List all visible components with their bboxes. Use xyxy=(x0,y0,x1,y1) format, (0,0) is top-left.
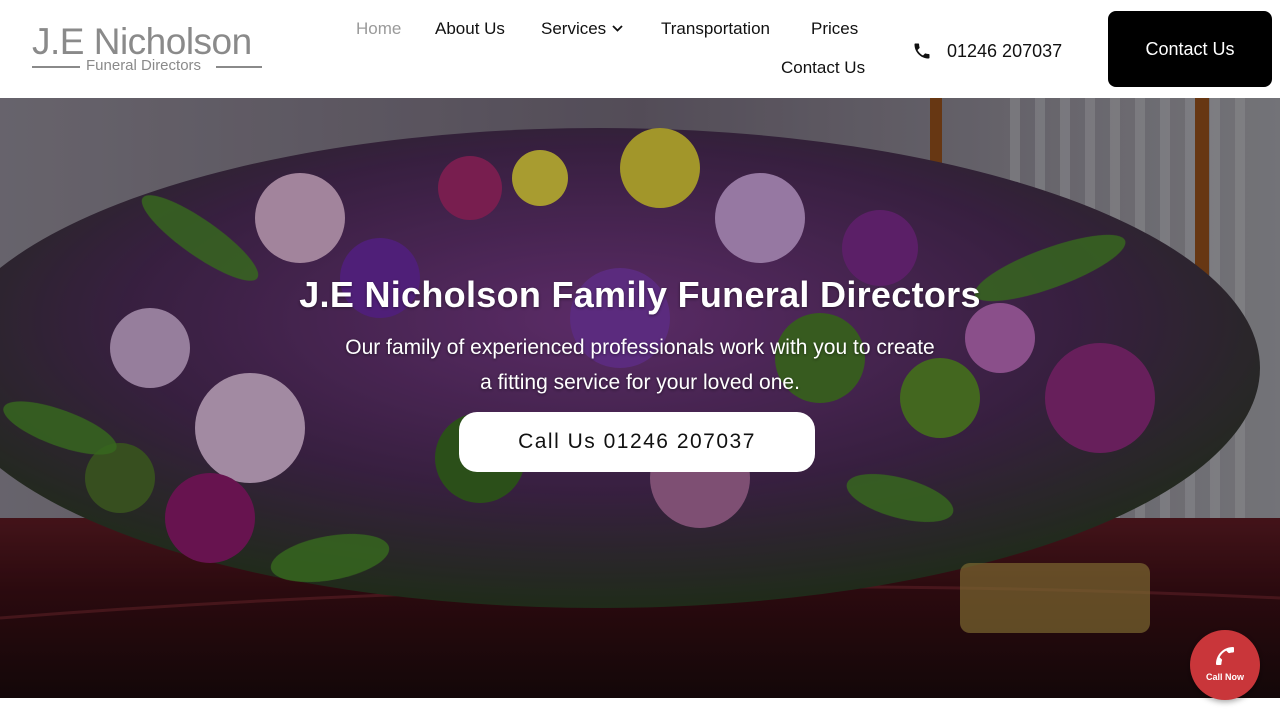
nav-item-about-us[interactable]: About Us xyxy=(435,19,505,39)
nav-item-prices[interactable]: Prices xyxy=(811,19,858,39)
chevron-down-icon xyxy=(612,24,623,32)
nav-item-home[interactable]: Home xyxy=(356,19,401,39)
hero-subtitle: Our family of experienced professionals … xyxy=(345,336,935,394)
logo-main-text: J.E Nicholson xyxy=(32,21,252,62)
call-us-cta-label: Call Us 01246 207037 xyxy=(518,430,756,453)
header-phone-number: 01246 207037 xyxy=(947,41,1063,61)
nav-item-contact-us[interactable]: Contact Us xyxy=(781,58,865,78)
contact-us-button[interactable]: Contact Us xyxy=(1108,11,1272,87)
nav-item-transportation[interactable]: Transportation xyxy=(661,19,770,39)
site-header: J.E Nicholson Funeral Directors Home Abo… xyxy=(0,0,1280,98)
contact-us-button-label: Contact Us xyxy=(1145,38,1235,59)
page-bottom-strip xyxy=(0,698,1280,720)
phone-icon xyxy=(1216,647,1234,665)
hero-title: J.E Nicholson Family Funeral Directors xyxy=(299,274,981,315)
call-now-label: Call Now xyxy=(1205,672,1244,682)
logo-subtitle-row: Funeral Directors xyxy=(32,58,262,74)
floating-call-now-button[interactable]: Call Now xyxy=(1190,630,1260,700)
nav-item-services-label: Services xyxy=(541,19,607,38)
nav-item-services[interactable]: Services xyxy=(541,19,623,39)
phone-icon xyxy=(914,43,930,59)
logo-divider-left xyxy=(32,66,80,68)
logo-subtitle: Funeral Directors xyxy=(86,57,202,74)
logo-divider-right xyxy=(216,66,262,68)
site-logo[interactable]: J.E Nicholson Funeral Directors xyxy=(32,22,264,76)
hero-section: J.E Nicholson Family Funeral Directors O… xyxy=(0,98,1280,698)
call-us-cta-button[interactable]: Call Us 01246 207037 xyxy=(459,412,815,472)
